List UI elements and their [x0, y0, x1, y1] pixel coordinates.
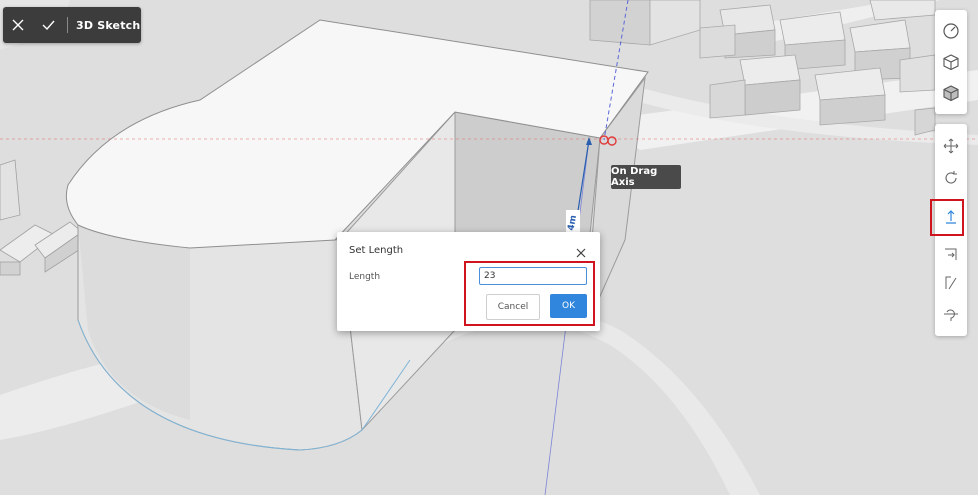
rotate-button[interactable] [935, 163, 967, 193]
cube-shaded-icon [943, 85, 959, 102]
toolbar-divider [67, 17, 68, 33]
draw-line-button[interactable] [935, 268, 967, 298]
move-button[interactable] [935, 131, 967, 161]
length-label: Length [349, 272, 381, 282]
active-tool-highlight [930, 199, 964, 236]
confirm-button[interactable] [33, 7, 63, 43]
drag-axis-tooltip: On Drag Axis [611, 165, 681, 189]
dialog-title: Set Length [349, 245, 404, 256]
close-button[interactable] [3, 7, 33, 43]
compass-icon [943, 23, 959, 39]
close-icon [12, 19, 24, 31]
dialog-close-button[interactable] [575, 244, 587, 258]
check-icon [42, 20, 55, 31]
cube-outline-icon [943, 54, 959, 71]
offset-icon [945, 248, 957, 260]
close-icon [576, 248, 586, 258]
sketch-toolbar: 3D Sketch [3, 7, 141, 43]
reset-icon [944, 309, 958, 321]
offset-button[interactable] [935, 239, 967, 269]
cube-shaded-button[interactable] [935, 78, 967, 108]
move-icon [943, 138, 959, 154]
input-area-highlight [464, 261, 595, 326]
compass-button[interactable] [935, 16, 967, 46]
view-tools-panel [935, 10, 967, 114]
draw-line-icon [945, 276, 957, 290]
rotate-icon [945, 171, 957, 184]
reset-button[interactable] [935, 299, 967, 329]
mode-title: 3D Sketch [76, 18, 141, 32]
cube-outline-button[interactable] [935, 47, 967, 77]
